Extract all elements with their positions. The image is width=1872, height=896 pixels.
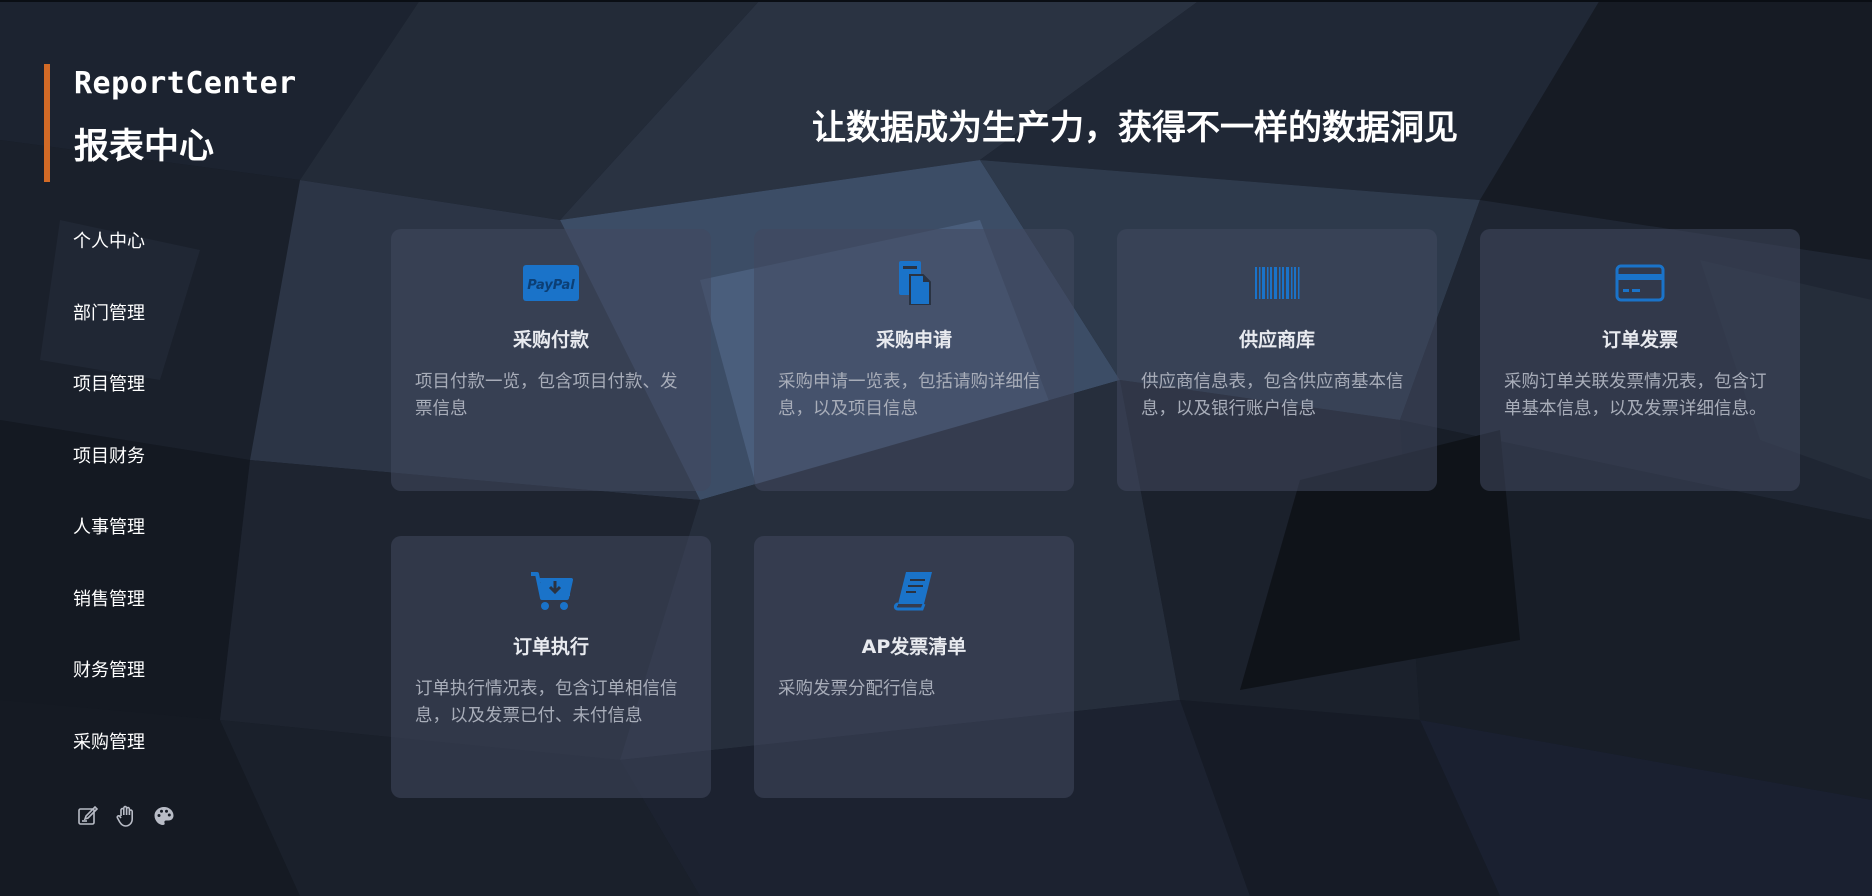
hand-icon[interactable] — [114, 804, 138, 828]
sidebar-tools — [76, 804, 176, 828]
card-title: 订单发票 — [1601, 329, 1678, 351]
card-description: 供应商信息表，包含供应商基本信息，以及银行账户信息 — [1141, 372, 1404, 419]
card-title: 订单执行 — [512, 636, 589, 658]
card-description: 项目付款一览，包含项目付款、发票信息 — [415, 372, 678, 419]
card-title: 采购付款 — [512, 329, 589, 351]
edit-icon[interactable] — [76, 804, 100, 828]
nav-item-purchasing[interactable]: 采购管理 — [73, 721, 145, 793]
report-card-supplier-library[interactable]: 供应商库 供应商信息表，包含供应商基本信息，以及银行账户信息 — [1117, 229, 1437, 491]
card-title: AP发票清单 — [861, 636, 967, 658]
sidebar-nav: 个人中心 部门管理 项目管理 项目财务 人事管理 销售管理 财务管理 采购管理 — [73, 220, 145, 792]
card-description: 订单执行情况表，包含订单相信信息，以及发票已付、未付信息 — [415, 679, 678, 726]
brand-name-cn: 报表中心 — [74, 127, 215, 167]
paypal-icon: PayPal — [523, 261, 579, 305]
top-border — [0, 0, 1872, 2]
cart-icon — [523, 568, 579, 612]
svg-text:PayPal: PayPal — [527, 278, 575, 293]
card-title: 采购申请 — [875, 329, 952, 351]
card-description: 采购订单关联发票情况表，包含订单基本信息，以及发票详细信息。 — [1504, 372, 1767, 419]
nav-item-finance[interactable]: 财务管理 — [73, 649, 145, 721]
nav-item-hr[interactable]: 人事管理 — [73, 506, 145, 578]
report-card-ap-invoice-list[interactable]: AP发票清单 采购发票分配行信息 — [754, 536, 1074, 798]
report-card-order-execution[interactable]: 订单执行 订单执行情况表，包含订单相信信息，以及发票已付、未付信息 — [391, 536, 711, 798]
document-icon — [886, 261, 942, 306]
brand-block: ReportCenter 报表中心 — [44, 64, 310, 182]
nav-item-sales[interactable]: 销售管理 — [73, 578, 145, 650]
card-description: 采购申请一览表，包括请购详细信息，以及项目信息 — [778, 372, 1041, 419]
page-headline: 让数据成为生产力，获得不一样的数据洞见 — [812, 108, 1458, 148]
card-title: 供应商库 — [1238, 329, 1315, 351]
nav-item-personal-center[interactable]: 个人中心 — [73, 220, 145, 292]
report-card-order-invoice[interactable]: 订单发票 采购订单关联发票情况表，包含订单基本信息，以及发票详细信息。 — [1480, 229, 1800, 491]
palette-icon[interactable] — [152, 804, 176, 828]
card-description: 采购发票分配行信息 — [778, 679, 936, 699]
nav-item-department[interactable]: 部门管理 — [73, 292, 145, 364]
nav-item-project[interactable]: 项目管理 — [73, 363, 145, 435]
report-card-purchase-request[interactable]: 采购申请 采购申请一览表，包括请购详细信息，以及项目信息 — [754, 229, 1074, 491]
nav-item-project-finance[interactable]: 项目财务 — [73, 435, 145, 507]
report-card-purchase-payment[interactable]: PayPal 采购付款 项目付款一览，包含项目付款、发票信息 — [391, 229, 711, 491]
credit-card-icon — [1612, 261, 1668, 305]
book-icon — [886, 568, 942, 612]
barcode-icon — [1249, 261, 1305, 305]
brand-name-en: ReportCenter — [74, 66, 297, 101]
